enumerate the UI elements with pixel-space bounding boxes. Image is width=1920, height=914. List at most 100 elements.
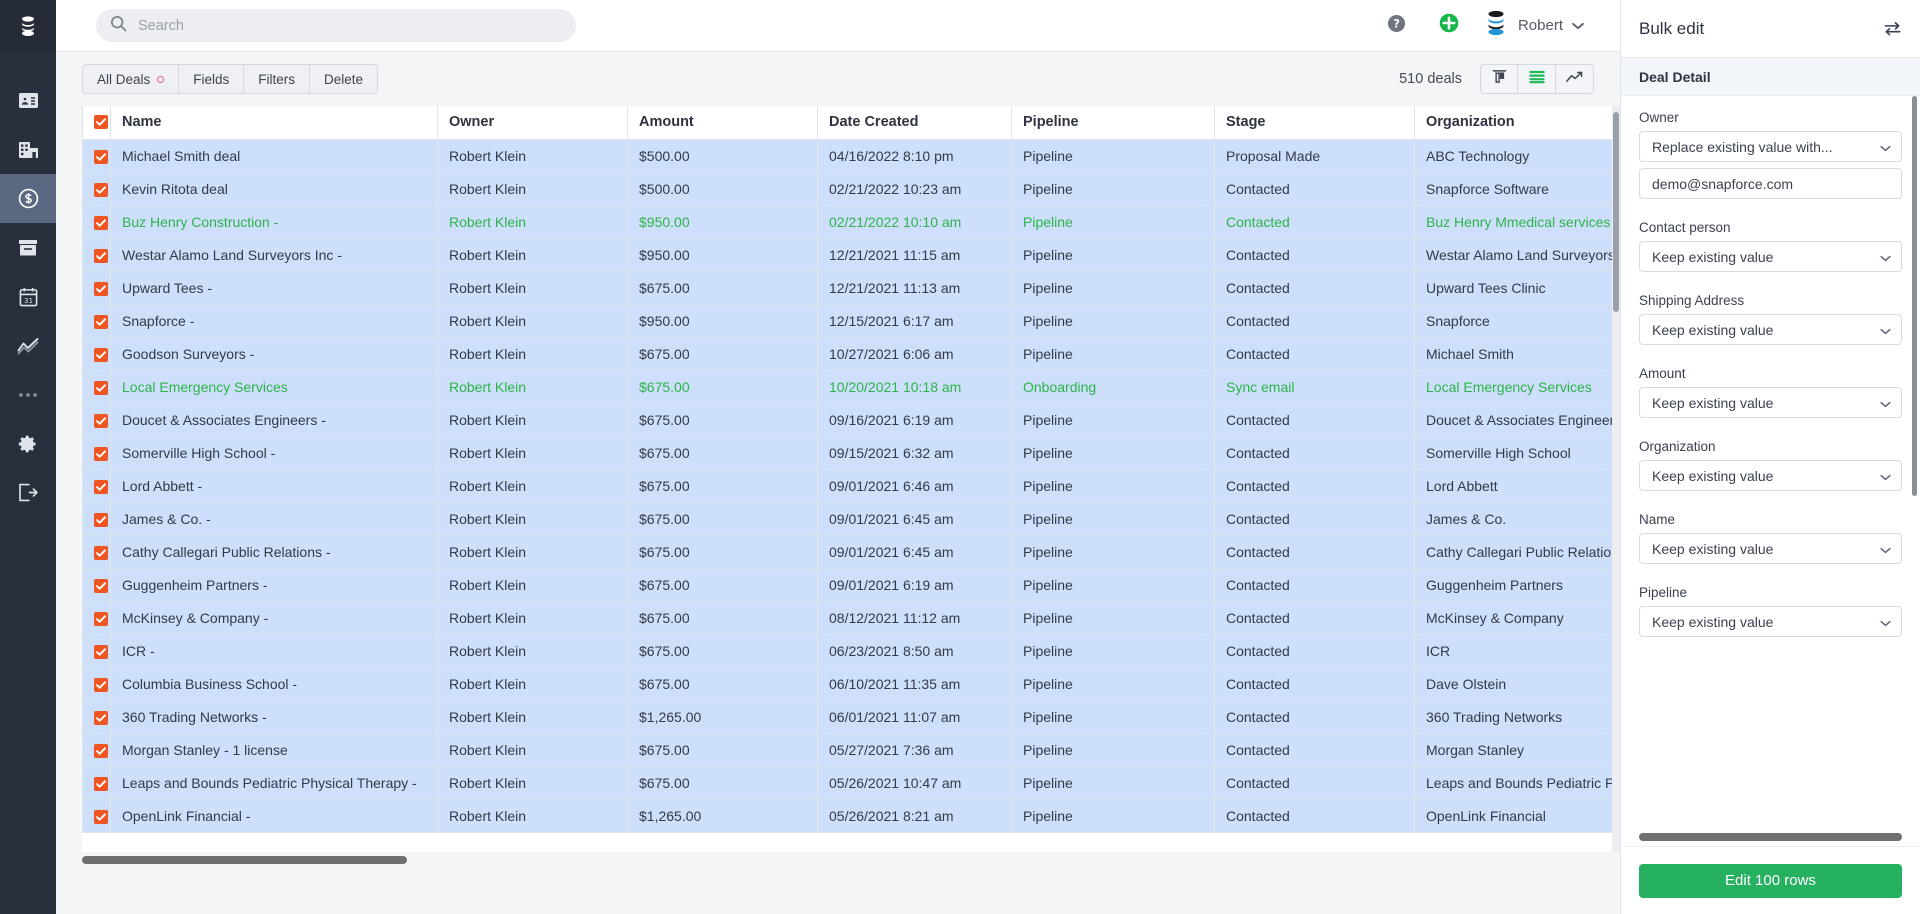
table-row[interactable]: Local Emergency Services Robert Klein $675… — [82, 369, 1620, 404]
all-deals-button[interactable]: All Deals — [82, 64, 180, 94]
table-horizontal-scrollbar[interactable] — [82, 852, 1620, 874]
row-checkbox[interactable] — [94, 347, 108, 362]
column-header-stage[interactable]: Stage — [1214, 106, 1415, 140]
table-vertical-scroll-thumb[interactable] — [1613, 112, 1619, 312]
row-checkbox[interactable] — [94, 611, 108, 626]
column-header-name[interactable]: Name — [110, 106, 438, 140]
row-checkbox-cell[interactable] — [82, 303, 111, 338]
row-checkbox-cell[interactable] — [82, 765, 111, 800]
row-checkbox-cell[interactable] — [82, 468, 111, 503]
sidebar-item-reports[interactable] — [0, 321, 56, 370]
table-row[interactable]: Goodson Surveyors - Robert Klein $675.00 10… — [82, 336, 1620, 371]
user-menu[interactable]: Robert — [1475, 9, 1598, 42]
row-checkbox[interactable] — [94, 182, 108, 197]
select-all-cell[interactable] — [82, 106, 111, 140]
table-row[interactable]: McKinsey & Company - Robert Klein $675.00 0… — [82, 600, 1620, 635]
column-header-amount[interactable]: Amount — [627, 106, 818, 140]
row-checkbox-cell[interactable] — [82, 633, 111, 668]
row-checkbox-cell[interactable] — [82, 402, 111, 437]
fields-button[interactable]: Fields — [179, 64, 245, 94]
app-logo[interactable] — [0, 0, 56, 52]
sidebar-item-logout[interactable] — [0, 468, 56, 517]
row-checkbox-cell[interactable] — [82, 171, 111, 206]
panel-vertical-scroll-thumb[interactable] — [1912, 96, 1917, 496]
table-row[interactable]: Kevin Ritota deal Robert Klein $500.00 02/2… — [82, 171, 1620, 206]
table-row[interactable]: Somerville High School - Robert Klein $675… — [82, 435, 1620, 470]
field-select[interactable]: Keep existing value — [1639, 241, 1902, 272]
table-row[interactable]: 360 Trading Networks - Robert Klein $1,265… — [82, 699, 1620, 734]
row-checkbox[interactable] — [94, 413, 108, 428]
field-select[interactable]: Replace existing value with... — [1639, 131, 1902, 162]
column-header-pipeline[interactable]: Pipeline — [1011, 106, 1215, 140]
row-checkbox-cell[interactable] — [82, 798, 111, 833]
table-row[interactable]: Buz Henry Construction - Robert Klein $950… — [82, 204, 1620, 239]
row-checkbox[interactable] — [94, 380, 108, 395]
view-kanban-button[interactable] — [1480, 64, 1518, 94]
row-checkbox[interactable] — [94, 743, 108, 758]
panel-vertical-scrollbar[interactable] — [1912, 96, 1918, 794]
row-checkbox[interactable] — [94, 512, 108, 527]
select-all-checkbox[interactable] — [94, 115, 108, 130]
row-checkbox-cell[interactable] — [82, 336, 111, 371]
row-checkbox[interactable] — [94, 446, 108, 461]
view-list-button[interactable] — [1518, 64, 1556, 94]
sidebar-item-deals[interactable] — [0, 174, 56, 223]
row-checkbox[interactable] — [94, 644, 108, 659]
row-checkbox[interactable] — [94, 149, 108, 164]
sidebar-item-inbox[interactable] — [0, 223, 56, 272]
table-row[interactable]: Columbia Business School - Robert Klein $6… — [82, 666, 1620, 701]
row-checkbox[interactable] — [94, 479, 108, 494]
row-checkbox[interactable] — [94, 314, 108, 329]
table-row[interactable]: Leaps and Bounds Pediatric Physical Ther… — [82, 765, 1620, 800]
table-vertical-scrollbar[interactable] — [1612, 106, 1620, 852]
row-checkbox-cell[interactable] — [82, 699, 111, 734]
table-row[interactable]: James & Co. - Robert Klein $675.00 09/01/20… — [82, 501, 1620, 536]
table-row[interactable]: Snapforce - Robert Klein $950.00 12/15/2021… — [82, 303, 1620, 338]
column-header-organization[interactable]: Organization — [1414, 106, 1620, 140]
global-search[interactable] — [96, 9, 576, 42]
table-row[interactable]: Westar Alamo Land Surveyors Inc - Robert … — [82, 237, 1620, 272]
field-select[interactable]: Keep existing value — [1639, 533, 1902, 564]
deals-table-scroll[interactable]: Name Owner Amount Date Created Pipeline … — [82, 106, 1620, 852]
row-checkbox[interactable] — [94, 776, 108, 791]
row-checkbox-cell[interactable] — [82, 204, 111, 239]
row-checkbox-cell[interactable] — [82, 534, 111, 569]
row-checkbox[interactable] — [94, 677, 108, 692]
table-row[interactable]: ICR - Robert Klein $675.00 06/23/2021 8:50 … — [82, 633, 1620, 668]
table-row[interactable]: Michael Smith deal Robert Klein $500.00 04/… — [82, 138, 1620, 173]
sidebar-item-settings[interactable] — [0, 419, 56, 468]
table-row[interactable]: Upward Tees - Robert Klein $675.00 12/21/20… — [82, 270, 1620, 305]
row-checkbox-cell[interactable] — [82, 138, 111, 173]
row-checkbox-cell[interactable] — [82, 732, 111, 767]
add-button[interactable] — [1423, 0, 1475, 52]
row-checkbox[interactable] — [94, 248, 108, 263]
row-checkbox[interactable] — [94, 281, 108, 296]
panel-horizontal-scroll-thumb[interactable] — [1639, 833, 1902, 841]
row-checkbox[interactable] — [94, 710, 108, 725]
field-select[interactable]: Keep existing value — [1639, 460, 1902, 491]
table-row[interactable]: OpenLink Financial - Robert Klein $1,265.0… — [82, 798, 1620, 833]
row-checkbox-cell[interactable] — [82, 237, 111, 272]
field-select[interactable]: Keep existing value — [1639, 387, 1902, 418]
table-row[interactable]: Lord Abbett - Robert Klein $675.00 09/01/20… — [82, 468, 1620, 503]
filters-button[interactable]: Filters — [244, 64, 311, 94]
column-header-owner[interactable]: Owner — [437, 106, 628, 140]
row-checkbox-cell[interactable] — [82, 435, 111, 470]
row-checkbox-cell[interactable] — [82, 501, 111, 536]
edit-rows-button[interactable]: Edit 100 rows — [1639, 863, 1902, 898]
panel-horizontal-scrollbar[interactable] — [1639, 833, 1902, 841]
row-checkbox[interactable] — [94, 215, 108, 230]
row-checkbox-cell[interactable] — [82, 369, 111, 404]
help-button[interactable]: ? — [1371, 0, 1423, 52]
row-checkbox-cell[interactable] — [82, 600, 111, 635]
sidebar-item-organizations[interactable] — [0, 125, 56, 174]
field-select[interactable]: Keep existing value — [1639, 606, 1902, 637]
row-checkbox-cell[interactable] — [82, 666, 111, 701]
table-row[interactable]: Doucet & Associates Engineers - Robert Kl… — [82, 402, 1620, 437]
table-row[interactable]: Cathy Callegari Public Relations - Robert… — [82, 534, 1620, 569]
field-select[interactable]: Keep existing value — [1639, 314, 1902, 345]
view-chart-button[interactable] — [1556, 64, 1594, 94]
table-horizontal-scroll-thumb[interactable] — [82, 856, 407, 864]
table-row[interactable]: Morgan Stanley - 1 license Robert Klein $6… — [82, 732, 1620, 767]
row-checkbox-cell[interactable] — [82, 567, 111, 602]
